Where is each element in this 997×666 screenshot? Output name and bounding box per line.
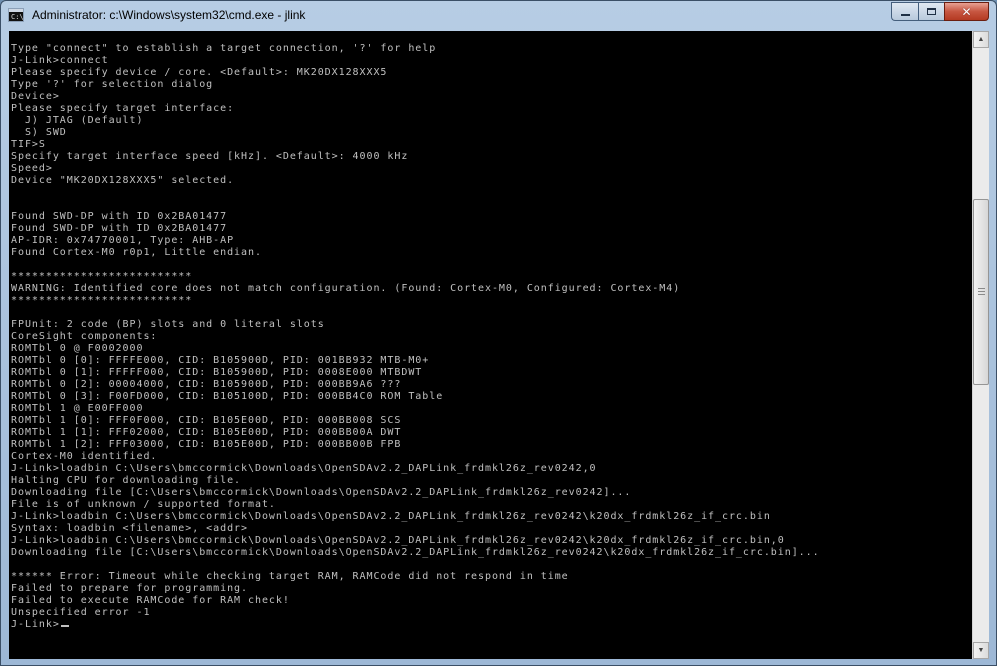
console-prompt-line: J-Link> (11, 619, 820, 631)
console-prompt: J-Link> (11, 619, 60, 630)
console-line: Type '?' for selection dialog (11, 79, 214, 90)
scroll-up-button[interactable]: ▲ (973, 31, 989, 48)
console-line: File is of unknown / supported format. (11, 499, 276, 510)
caption-buttons: ✕ (891, 2, 989, 21)
console-line: ************************** (11, 271, 193, 282)
console-output[interactable]: Type "connect" to establish a target con… (9, 31, 972, 659)
console-line: ROMTbl 1 [2]: FFF03000, CID: B105E00D, P… (11, 439, 402, 450)
window-title: Administrator: c:\Windows\system32\cmd.e… (32, 8, 306, 22)
console-line: Downloading file [C:\Users\bmccormick\Do… (11, 547, 820, 558)
console-lines: Type "connect" to establish a target con… (11, 43, 820, 631)
console-line: Found SWD-DP with ID 0x2BA01477 (11, 223, 228, 234)
console-line: J-Link>loadbin C:\Users\bmccormick\Downl… (11, 511, 771, 522)
cmd-window: C:\ Administrator: c:\Windows\system32\c… (0, 0, 997, 666)
console-line: Halting CPU for downloading file. (11, 475, 242, 486)
console-line: Unspecified error -1 (11, 607, 151, 618)
console-line: WARNING: Identified core does not match … (11, 283, 681, 294)
console-line: ROMTbl 0 [1]: FFFFF000, CID: B105900D, P… (11, 367, 423, 378)
scroll-down-arrow-icon: ▼ (977, 647, 985, 654)
console-line: Device> (11, 91, 60, 102)
console-line: J) JTAG (Default) (11, 115, 144, 126)
console-line: CoreSight components: (11, 331, 158, 342)
console-line: AP-IDR: 0x74770001, Type: AHB-AP (11, 235, 235, 246)
scroll-down-button[interactable]: ▼ (973, 642, 989, 659)
close-icon: ✕ (961, 4, 972, 19)
scroll-up-arrow-icon: ▲ (977, 36, 985, 43)
scrollbar-thumb[interactable] (973, 199, 989, 385)
console-line: Type "connect" to establish a target con… (11, 43, 437, 54)
console-line: J-Link>connect (11, 55, 109, 66)
close-button[interactable]: ✕ (944, 2, 989, 21)
console-line: J-Link>loadbin C:\Users\bmccormick\Downl… (11, 535, 785, 546)
console-line: Speed> (11, 163, 53, 174)
console-line: ROMTbl 0 @ F0002000 (11, 343, 144, 354)
console-line: Found Cortex-M0 r0p1, Little endian. (11, 247, 262, 258)
maximize-icon (927, 8, 936, 15)
console-line: FPUnit: 2 code (BP) slots and 0 literal … (11, 319, 325, 330)
console-line: ROMTbl 1 [1]: FFF02000, CID: B105E00D, P… (11, 427, 402, 438)
console-line: Device "MK20DX128XXX5" selected. (11, 175, 235, 186)
thumb-grip-line (978, 288, 985, 289)
console-line: Specify target interface speed [kHz]. <D… (11, 151, 409, 162)
console-line: Failed to execute RAMCode for RAM check! (11, 595, 290, 606)
minimize-button[interactable] (891, 2, 918, 21)
console-line: Please specify target interface: (11, 103, 235, 114)
console-line: Cortex-M0 identified. (11, 451, 158, 462)
console-line: ROMTbl 0 [3]: F00FD000, CID: B105100D, P… (11, 391, 444, 402)
console-line: ROMTbl 1 @ E00FF000 (11, 403, 144, 414)
cmd-icon-text: C:\ (11, 13, 24, 21)
vertical-scrollbar[interactable]: ▲ ▼ (972, 31, 989, 659)
minimize-icon (900, 13, 910, 16)
text-cursor (60, 625, 69, 627)
console-line: S) SWD (11, 127, 67, 138)
console-line: Downloading file [C:\Users\bmccormick\Do… (11, 487, 632, 498)
cmd-icon[interactable]: C:\ (8, 8, 24, 22)
console-line: Syntax: loadbin <filename>, <addr> (11, 523, 248, 534)
console-line: ROMTbl 1 [0]: FFF0F000, CID: B105E00D, P… (11, 415, 402, 426)
console-line: ****** Error: Timeout while checking tar… (11, 571, 569, 582)
console-line: TIF>S (11, 139, 46, 150)
thumb-grip-line (978, 294, 985, 295)
console-line: ROMTbl 0 [0]: FFFFE000, CID: B105900D, P… (11, 355, 430, 366)
console-line: Please specify device / core. <Default>:… (11, 67, 388, 78)
console-line: J-Link>loadbin C:\Users\bmccormick\Downl… (11, 463, 597, 474)
console-line: ************************** (11, 295, 193, 306)
console-line: Failed to prepare for programming. (11, 583, 248, 594)
maximize-button[interactable] (918, 2, 944, 21)
title-bar[interactable]: C:\ Administrator: c:\Windows\system32\c… (1, 1, 996, 31)
console-line: Found SWD-DP with ID 0x2BA01477 (11, 211, 228, 222)
thumb-grip-line (978, 291, 985, 292)
console-line: ROMTbl 0 [2]: 00004000, CID: B105900D, P… (11, 379, 402, 390)
